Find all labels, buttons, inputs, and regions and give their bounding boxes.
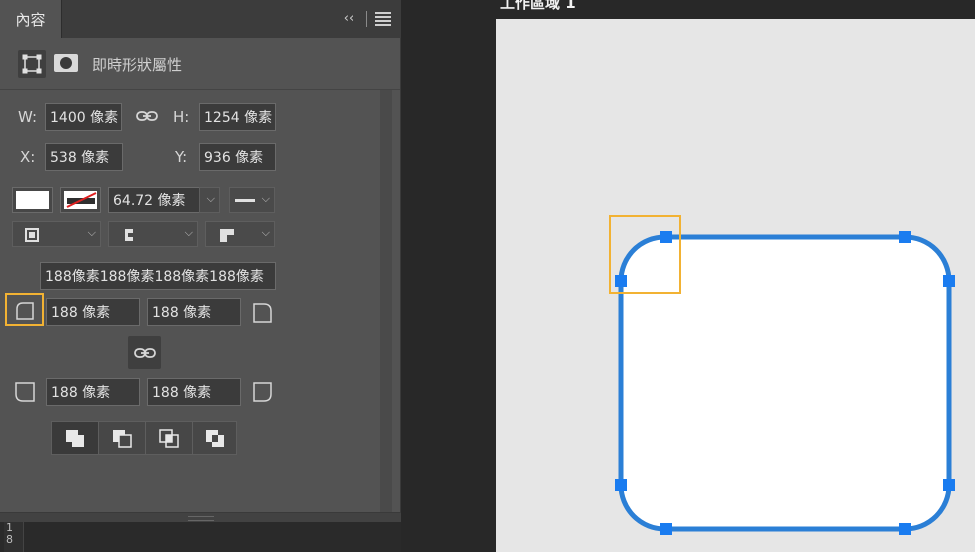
vertical-ruler: 1 8: [4, 522, 24, 552]
intersect-icon: [159, 429, 179, 448]
solid-line-icon: [235, 199, 255, 202]
top-right-radius-field[interactable]: 188 像素: [147, 298, 241, 326]
x-field[interactable]: 538 像素: [45, 143, 123, 171]
corner-top-right-icon[interactable]: [252, 302, 274, 324]
control-handle[interactable]: [615, 479, 627, 491]
intersect-button[interactable]: [146, 422, 192, 454]
corner-radius-combined-field[interactable]: 188像素188像素188像素188像素: [40, 262, 276, 290]
stroke-corners-dropdown[interactable]: ⌵: [205, 221, 275, 247]
control-handle[interactable]: [899, 523, 911, 535]
height-field[interactable]: 1254 像素: [199, 103, 276, 131]
control-handle[interactable]: [899, 231, 911, 243]
link-icon: [134, 348, 156, 358]
properties-type-row: 即時形狀屬性: [0, 38, 400, 90]
panel-menu-icon[interactable]: [375, 12, 391, 26]
control-handle[interactable]: [943, 275, 955, 287]
exclude-overlap-icon: [206, 430, 224, 447]
y-label: Y:: [175, 148, 188, 166]
mask-icon[interactable]: [54, 54, 78, 72]
fill-color-chip: [16, 191, 49, 209]
panel-tab-bar: 內容 ‹‹: [0, 0, 401, 38]
subtract-front-icon: [113, 430, 132, 448]
rounded-rectangle-shape[interactable]: [496, 19, 975, 552]
cap-type-icon: [125, 229, 138, 241]
artboard[interactable]: [496, 19, 975, 552]
bottom-left-radius-field[interactable]: 188 像素: [46, 378, 140, 406]
properties-panel: 內容 ‹‹ 即時形狀屬性 W: 1400 像素 H: 1254 像素 X: 53…: [0, 0, 401, 522]
collapse-panel-icon[interactable]: ‹‹: [340, 10, 358, 28]
control-handle[interactable]: [615, 275, 627, 287]
subtract-front-button[interactable]: [99, 422, 145, 454]
stroke-width-field[interactable]: 64.72 像素: [108, 187, 200, 213]
link-corners-button[interactable]: [128, 336, 161, 369]
shape-bounds-icon[interactable]: [18, 50, 46, 78]
stroke-style-dropdown[interactable]: ⌵: [229, 187, 275, 213]
fill-swatch[interactable]: [12, 187, 53, 213]
stroke-align-dropdown[interactable]: ⌵: [12, 221, 101, 247]
stroke-swatch[interactable]: [60, 187, 101, 213]
corner-top-left-icon: [16, 302, 34, 320]
live-shape-properties-title: 即時形狀屬性: [92, 56, 183, 74]
x-label: X:: [20, 148, 36, 166]
combine-shapes-icon: [66, 430, 84, 447]
no-stroke-swatch: [64, 191, 97, 209]
stroke-width-dropdown[interactable]: ⌵: [199, 187, 220, 213]
bottom-right-radius-field[interactable]: 188 像素: [147, 378, 241, 406]
path-operations-group: [51, 421, 237, 455]
tab-properties[interactable]: 內容: [0, 0, 62, 38]
rounded-rectangle-path[interactable]: [618, 234, 952, 532]
top-left-corner-selector[interactable]: [5, 293, 44, 326]
stroke-caps-dropdown[interactable]: ⌵: [108, 221, 198, 247]
artboard-label[interactable]: 工作區域 1: [500, 0, 576, 13]
width-field[interactable]: 1400 像素: [45, 103, 122, 131]
corner-bottom-right-icon[interactable]: [252, 381, 274, 403]
panel-resize-handle[interactable]: [0, 512, 401, 522]
control-handle[interactable]: [943, 479, 955, 491]
document-area-strip: [0, 522, 401, 552]
ruler-text: 1 8: [6, 521, 13, 546]
combine-shapes-button[interactable]: [52, 422, 98, 454]
canvas-pasteboard: [401, 0, 496, 552]
width-label: W:: [18, 108, 38, 126]
panel-scrollbar[interactable]: [380, 90, 392, 512]
top-left-radius-field[interactable]: 188 像素: [46, 298, 140, 326]
align-inside-icon: [25, 228, 39, 242]
corner-type-icon: [220, 229, 234, 242]
y-field[interactable]: 936 像素: [199, 143, 276, 171]
corner-bottom-left-icon[interactable]: [14, 381, 36, 403]
height-label: H:: [173, 108, 190, 126]
tab-separator: [366, 11, 367, 27]
control-handle[interactable]: [660, 523, 672, 535]
link-icon[interactable]: [135, 106, 159, 126]
control-handle[interactable]: [660, 231, 672, 243]
exclude-overlap-button[interactable]: [193, 422, 237, 454]
